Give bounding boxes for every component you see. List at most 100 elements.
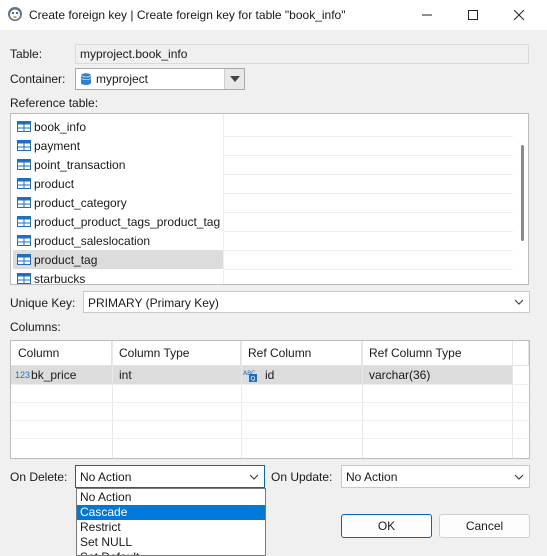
string-type-icon: ABC Q <box>243 370 257 383</box>
reference-table-item[interactable]: book_info <box>13 117 223 136</box>
list-row-divider <box>223 269 513 270</box>
column-header-ref-column[interactable]: Ref Column <box>241 341 362 365</box>
list-row-divider <box>223 212 513 213</box>
table-icon <box>17 273 31 284</box>
container-dropdown-button[interactable] <box>224 69 244 89</box>
container-value: myproject <box>96 72 149 86</box>
grid-line <box>11 402 529 403</box>
reference-table-name: payment <box>34 138 81 153</box>
on-delete-option[interactable]: Restrict <box>77 520 265 535</box>
minimize-button[interactable] <box>404 0 450 30</box>
grid-line <box>112 341 113 458</box>
on-delete-select[interactable]: No Action <box>75 465 265 488</box>
on-update-value: No Action <box>346 470 398 484</box>
list-row-divider <box>223 193 513 194</box>
unique-key-label: Unique Key: <box>10 296 76 310</box>
on-delete-option[interactable]: Cascade <box>77 505 265 520</box>
list-row-divider <box>223 250 513 251</box>
columns-table[interactable]: Column Column Type Ref Column Ref Column… <box>10 340 530 459</box>
list-column-divider <box>223 114 224 284</box>
close-button[interactable] <box>496 0 542 30</box>
reference-table-item[interactable]: product_saleslocation <box>13 231 223 250</box>
grid-line <box>11 420 529 421</box>
columns-label: Columns: <box>10 320 61 334</box>
scrollbar-thumb[interactable] <box>521 145 524 241</box>
row-column-cell[interactable]: 123 bk_price <box>15 366 76 384</box>
reference-table-name: point_transaction <box>34 157 126 172</box>
title-bar: Create foreign key | Create foreign key … <box>0 0 547 30</box>
on-delete-label: On Delete: <box>10 470 68 484</box>
reference-table-item[interactable]: product <box>13 174 223 193</box>
reference-table-name: starbucks <box>34 271 86 285</box>
reference-table-name: product_tag <box>34 252 98 267</box>
on-delete-option[interactable]: No Action <box>77 490 265 505</box>
column-header-ref-column-type[interactable]: Ref Column Type <box>362 341 529 365</box>
on-update-label: On Update: <box>271 470 333 484</box>
reference-table-item[interactable]: payment <box>13 136 223 155</box>
maximize-button[interactable] <box>450 0 496 30</box>
table-icon <box>17 159 31 170</box>
grid-line <box>241 341 242 458</box>
table-icon <box>17 140 31 151</box>
grid-line <box>11 384 529 385</box>
table-icon <box>17 235 31 246</box>
on-delete-option[interactable]: Set Default <box>77 550 265 555</box>
table-icon <box>17 254 31 265</box>
table-icon <box>17 216 31 227</box>
window-title: Create foreign key | Create foreign key … <box>29 8 346 22</box>
reference-table-name: product_product_tags_product_tag <box>34 214 221 229</box>
on-update-select[interactable]: No Action <box>341 465 530 488</box>
list-row-divider <box>223 155 513 156</box>
on-delete-value: No Action <box>80 470 132 484</box>
table-icon <box>17 197 31 208</box>
minimize-icon <box>422 14 432 16</box>
reference-table-item[interactable]: point_transaction <box>13 155 223 174</box>
close-icon <box>514 10 524 20</box>
chevron-down-icon <box>514 474 524 480</box>
table-icon <box>17 178 31 189</box>
table-label: Table: <box>10 47 43 61</box>
svg-text:Q: Q <box>251 376 256 383</box>
database-icon <box>80 72 92 85</box>
chevron-down-icon <box>514 299 524 305</box>
column-header-column-type[interactable]: Column Type <box>112 341 241 365</box>
table-icon <box>17 121 31 132</box>
column-header-column[interactable]: Column <box>11 341 112 365</box>
table-field: myproject.book_info <box>75 44 529 64</box>
number-type-icon: 123 <box>15 370 31 380</box>
ref-column-name: id <box>265 368 275 382</box>
on-delete-dropdown-list[interactable]: No ActionCascadeRestrictSet NULLSet Defa… <box>76 488 266 556</box>
ok-button[interactable]: OK <box>341 514 432 538</box>
reference-table-name: book_info <box>34 119 87 134</box>
row-ref-column-type-cell[interactable]: varchar(36) <box>369 366 430 384</box>
unique-key-value: PRIMARY (Primary Key) <box>88 296 219 310</box>
triangle-down-icon <box>229 76 240 82</box>
chevron-down-icon <box>249 474 259 480</box>
unique-key-select[interactable]: PRIMARY (Primary Key) <box>83 291 530 313</box>
reference-table-item[interactable]: product_tag <box>13 250 223 269</box>
reference-table-item[interactable]: starbucks <box>13 269 223 285</box>
maximize-icon <box>468 10 478 20</box>
list-row-divider <box>223 136 513 137</box>
container-label: Container: <box>10 72 66 86</box>
reference-table-item[interactable]: product_product_tags_product_tag <box>13 212 223 231</box>
container-select[interactable]: myproject <box>75 68 245 90</box>
column-name: bk_price <box>31 368 77 382</box>
list-row-divider <box>223 174 513 175</box>
reference-table-item[interactable]: product_category <box>13 193 223 212</box>
cancel-button[interactable]: Cancel <box>439 514 530 538</box>
grid-line <box>362 341 363 458</box>
reference-table-name: product <box>34 176 75 191</box>
dbeaver-app-icon <box>8 7 22 21</box>
row-column-type-cell[interactable]: int <box>119 366 132 384</box>
list-row-divider <box>223 231 513 232</box>
grid-line <box>512 341 513 458</box>
reference-table-label: Reference table: <box>10 96 99 110</box>
reference-table-name: product_saleslocation <box>34 233 151 248</box>
reference-table-list[interactable]: book_infopayment point_transactionproduct… <box>10 113 529 285</box>
vertical-scrollbar[interactable] <box>518 114 528 284</box>
reference-table-name: product_category <box>34 195 127 210</box>
grid-line <box>11 438 529 439</box>
on-delete-option[interactable]: Set NULL <box>77 535 265 550</box>
row-ref-column-cell[interactable]: ABC Q id <box>243 366 274 384</box>
